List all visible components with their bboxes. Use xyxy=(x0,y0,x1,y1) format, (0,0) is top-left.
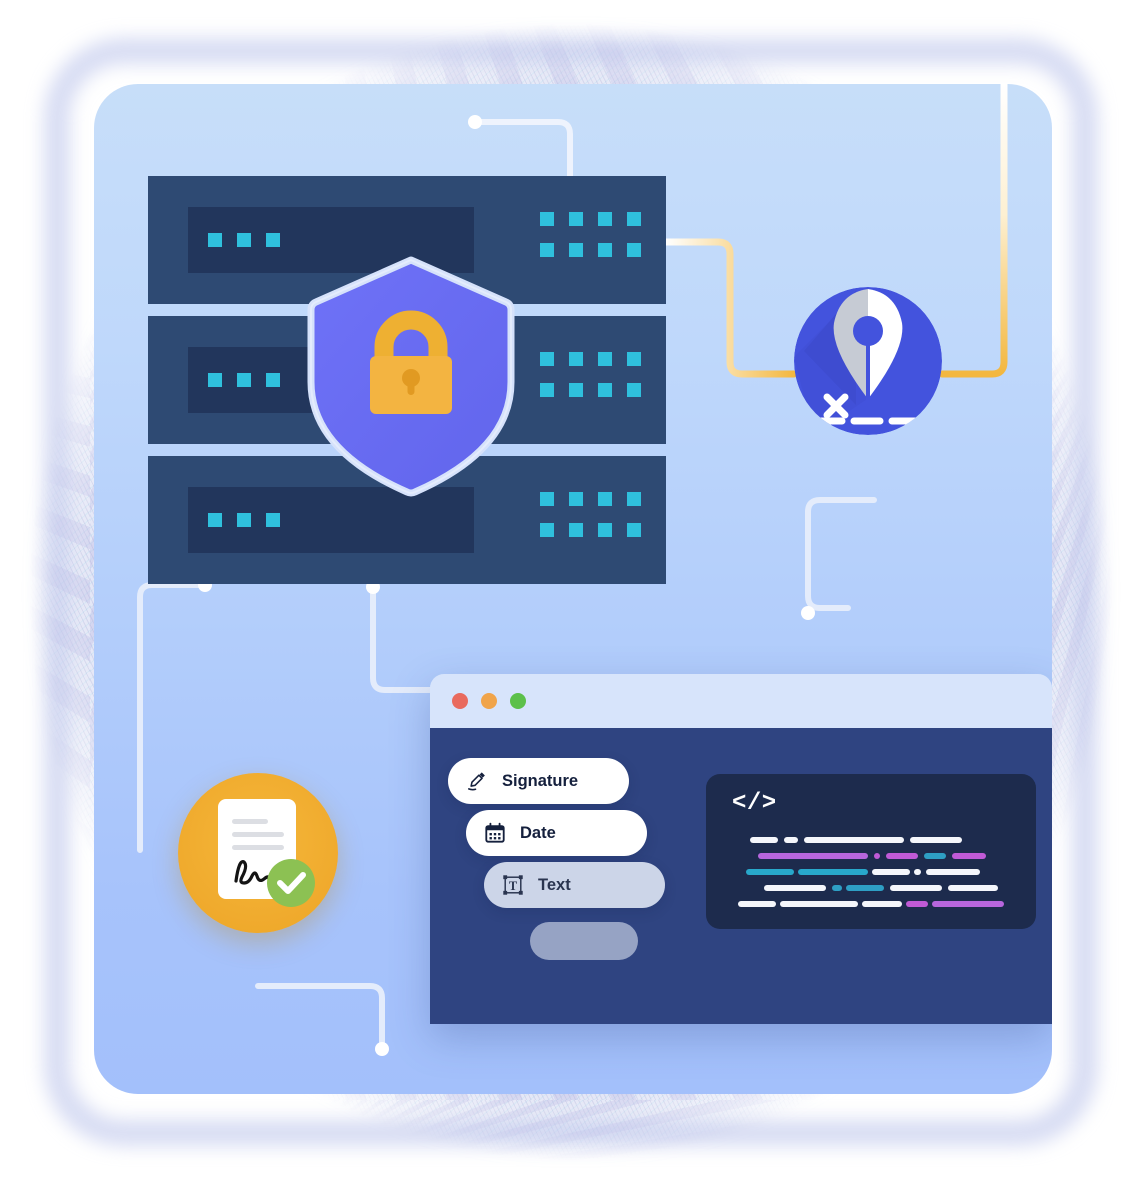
led xyxy=(598,383,612,397)
server-led-grid xyxy=(540,212,641,257)
code-segment xyxy=(780,901,858,907)
led xyxy=(540,243,554,257)
illustration-canvas: × xyxy=(94,84,1052,1094)
led xyxy=(569,383,583,397)
led xyxy=(627,383,641,397)
text-box-icon: T xyxy=(503,875,523,895)
led xyxy=(540,492,554,506)
code-segment xyxy=(890,885,942,891)
code-segment xyxy=(862,901,902,907)
tool-date[interactable]: Date xyxy=(466,810,647,856)
led xyxy=(540,523,554,537)
led xyxy=(237,513,251,527)
tool-text[interactable]: T Text xyxy=(484,862,665,908)
led xyxy=(540,212,554,226)
calendar-icon xyxy=(485,822,505,843)
illustration-scene: × xyxy=(0,0,1142,1186)
code-segment xyxy=(846,885,884,891)
led xyxy=(208,513,222,527)
led xyxy=(627,212,641,226)
code-segment xyxy=(932,901,1004,907)
code-segment xyxy=(764,885,826,891)
code-line xyxy=(706,848,1036,864)
code-segment xyxy=(914,869,921,875)
code-segment xyxy=(738,901,776,907)
code-segment xyxy=(924,853,946,859)
code-segment xyxy=(872,869,910,875)
led xyxy=(208,233,222,247)
code-segment xyxy=(906,901,928,907)
app-window: Signature Date T Text </> xyxy=(430,674,1052,1024)
pen-nib-node: × xyxy=(794,287,942,435)
field-tool-list: Signature Date T Text xyxy=(430,758,690,960)
code-line xyxy=(706,832,1036,848)
led xyxy=(266,513,280,527)
led xyxy=(598,212,612,226)
maximize-button[interactable] xyxy=(510,693,526,709)
led xyxy=(266,233,280,247)
code-segment xyxy=(910,837,962,843)
code-segment xyxy=(804,837,904,843)
window-titlebar xyxy=(430,674,1052,728)
led xyxy=(598,523,612,537)
led xyxy=(237,373,251,387)
code-line xyxy=(706,864,1036,880)
led xyxy=(540,383,554,397)
code-line xyxy=(706,896,1036,912)
svg-text:T: T xyxy=(509,879,518,893)
signature-pen-icon xyxy=(467,772,485,791)
code-segment xyxy=(758,853,868,859)
tool-placeholder[interactable] xyxy=(530,922,638,960)
signed-document-node xyxy=(178,773,338,933)
led xyxy=(627,352,641,366)
led xyxy=(569,492,583,506)
code-segment xyxy=(948,885,998,891)
close-button[interactable] xyxy=(452,693,468,709)
led xyxy=(598,492,612,506)
led xyxy=(208,373,222,387)
tool-signature-label: Signature xyxy=(502,771,579,790)
led xyxy=(569,243,583,257)
code-segment xyxy=(952,853,986,859)
server-status-leds xyxy=(208,233,280,247)
server-led-grid xyxy=(540,352,641,397)
led xyxy=(569,352,583,366)
led xyxy=(540,352,554,366)
code-segment xyxy=(832,885,842,891)
led xyxy=(598,352,612,366)
code-segment xyxy=(874,853,880,859)
minimize-button[interactable] xyxy=(481,693,497,709)
led xyxy=(237,233,251,247)
code-segment xyxy=(798,869,868,875)
led xyxy=(627,523,641,537)
led xyxy=(627,243,641,257)
code-line xyxy=(706,880,1036,896)
code-segment xyxy=(746,869,794,875)
code-line-list xyxy=(706,832,1036,912)
tool-signature[interactable]: Signature xyxy=(448,758,629,804)
server-status-leds xyxy=(208,513,280,527)
window-body: Signature Date T Text </> xyxy=(430,728,1052,1024)
code-tag-glyph: </> xyxy=(732,790,777,817)
security-shield xyxy=(302,254,520,499)
tool-text-label: Text xyxy=(538,875,571,894)
code-preview-card: </> xyxy=(706,774,1036,929)
code-segment xyxy=(926,869,980,875)
code-segment xyxy=(886,853,918,859)
led xyxy=(569,212,583,226)
led xyxy=(266,373,280,387)
led xyxy=(598,243,612,257)
led xyxy=(627,492,641,506)
server-status-leds xyxy=(208,373,280,387)
led xyxy=(569,523,583,537)
tool-date-label: Date xyxy=(520,823,556,842)
code-segment xyxy=(750,837,778,843)
code-segment xyxy=(784,837,798,843)
server-led-grid xyxy=(540,492,641,537)
